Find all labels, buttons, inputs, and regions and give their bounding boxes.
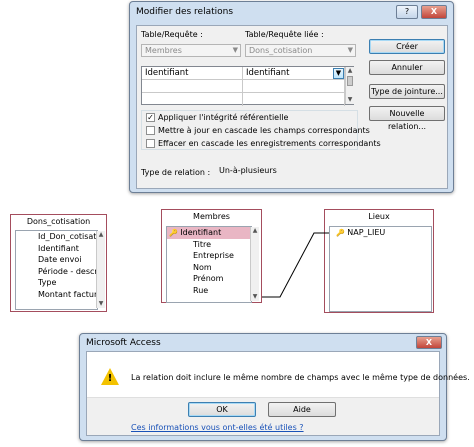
dialog-title: Microsoft Access bbox=[86, 338, 161, 348]
help-button[interactable]: Aide bbox=[268, 402, 336, 417]
close-title-button[interactable]: X bbox=[416, 336, 442, 349]
error-message: La relation doit inclure le même nombre … bbox=[131, 373, 470, 382]
access-message-dialog: Microsoft Access X ! La relation doit in… bbox=[79, 333, 470, 441]
warning-mark: ! bbox=[107, 373, 113, 384]
ok-button[interactable]: OK bbox=[188, 402, 256, 417]
dialog-button-area: OK Aide Ces informations vous ont-elles … bbox=[87, 397, 439, 435]
feedback-link[interactable]: Ces informations vous ont-elles été util… bbox=[131, 423, 304, 432]
dialog-client-area: ! La relation doit inclure le même nombr… bbox=[86, 351, 470, 436]
